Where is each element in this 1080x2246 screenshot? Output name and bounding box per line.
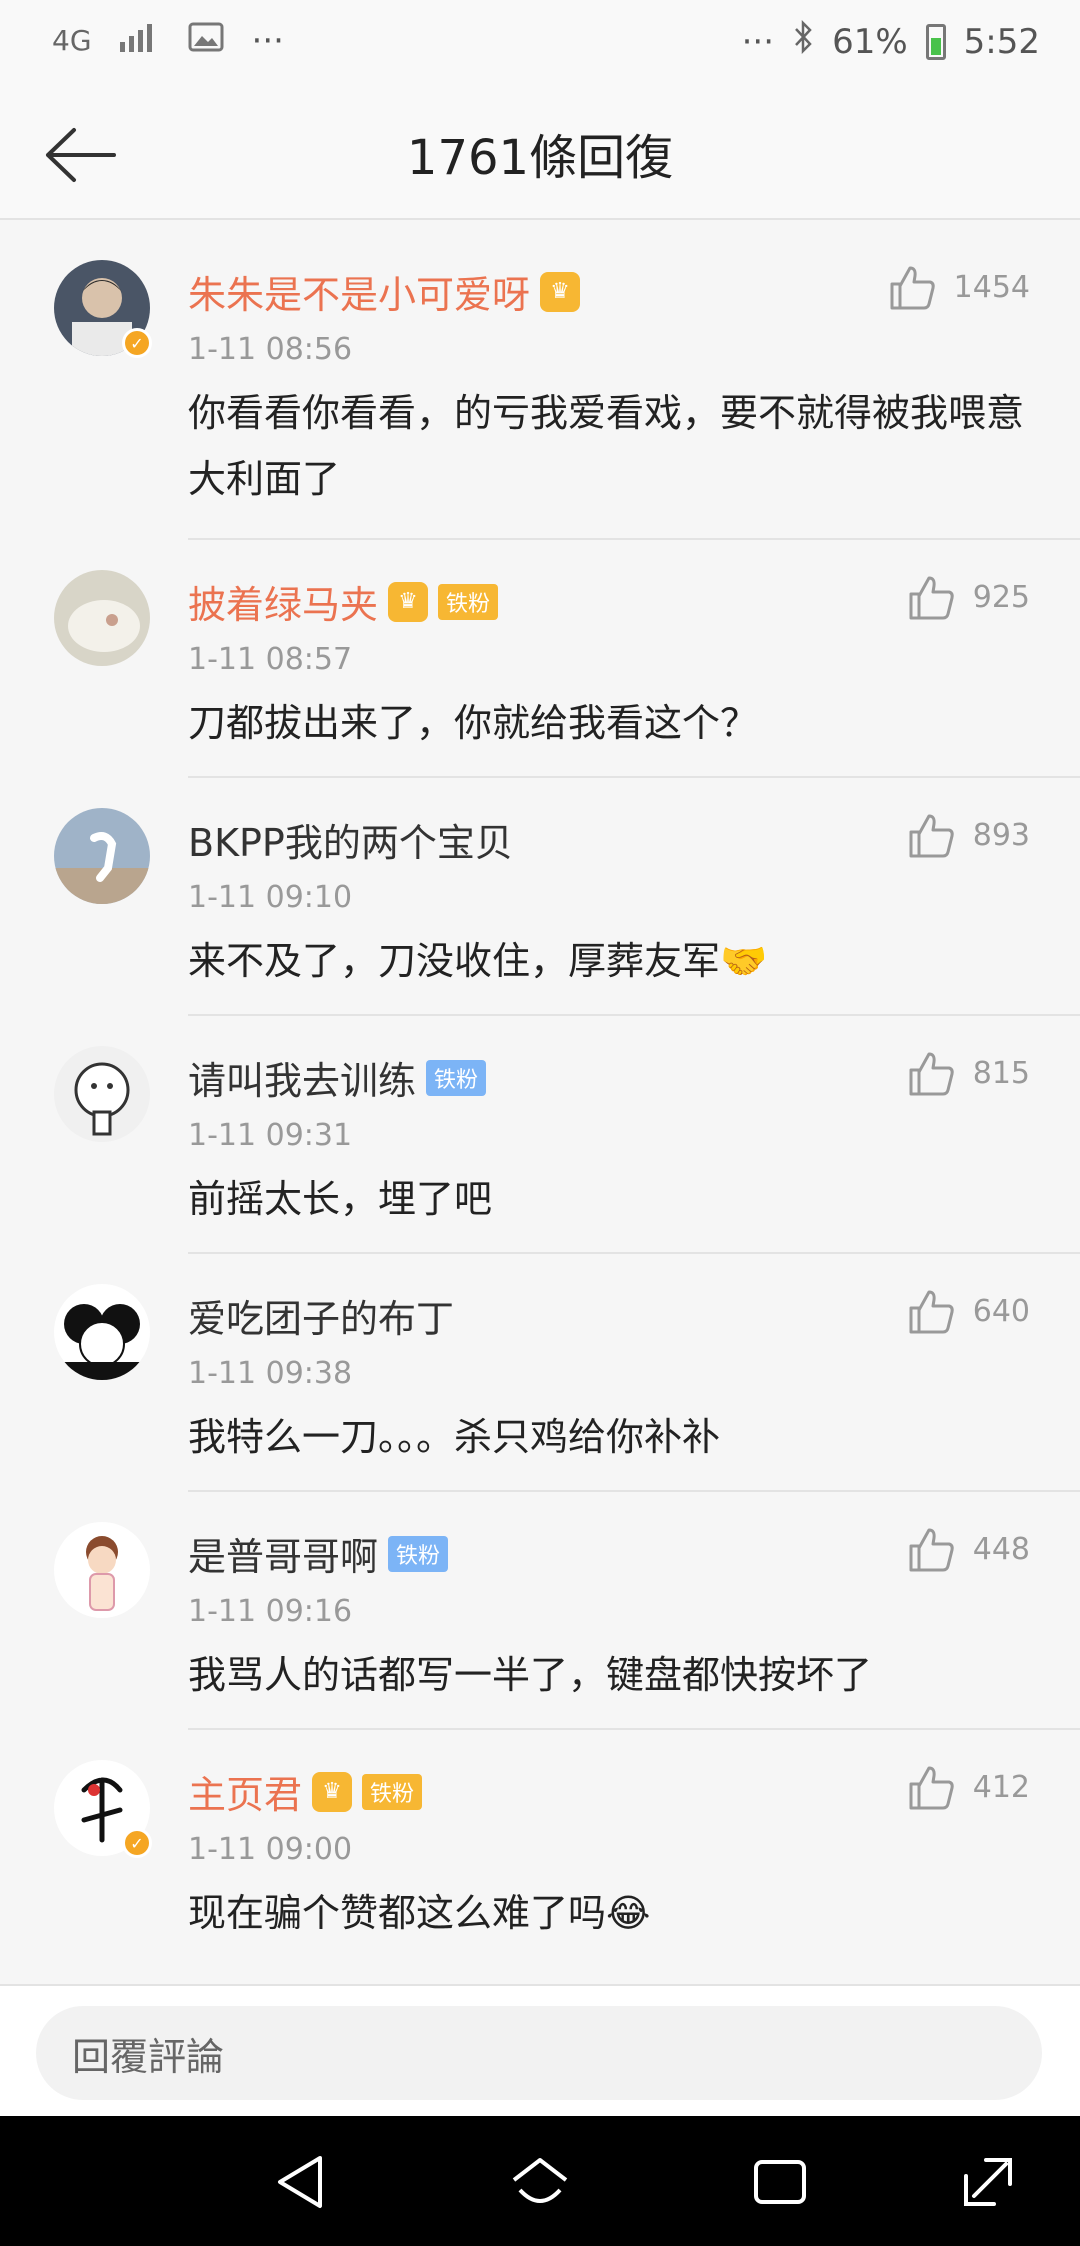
like-button[interactable]: 640 (907, 1288, 1030, 1334)
avatar[interactable] (54, 570, 150, 666)
thumbs-up-icon (909, 576, 954, 620)
thumbs-up-icon (909, 814, 954, 858)
battery-percent: 61% (832, 21, 908, 62)
avatar[interactable]: ✓ (54, 260, 152, 358)
like-count: 893 (972, 817, 1030, 853)
comment-text: 你看看你看看，的亏我爱看戏，要不就得被我喂意大利面了 (188, 391, 1025, 501)
bluetooth-icon (792, 19, 814, 63)
clock: 5:52 (963, 21, 1040, 62)
like-count: 815 (972, 1055, 1030, 1091)
username[interactable]: 是普哥哥啊 (188, 1526, 378, 1581)
like-button[interactable]: 893 (907, 812, 1030, 858)
comment-text: 前摇太长，埋了吧 (188, 1177, 493, 1221)
image-notification-icon (188, 21, 224, 61)
comment-text: 我特么一刀。。。杀只鸡给你补补 (188, 1415, 721, 1459)
verified-icon: ✓ (122, 1828, 152, 1858)
avatar[interactable] (54, 1046, 150, 1142)
thumbs-up-icon (909, 1528, 954, 1572)
reply-input[interactable]: 回覆評論 (36, 2006, 1042, 2100)
fan-badge: 铁粉 (388, 1535, 449, 1572)
fan-badge: 铁粉 (426, 1059, 487, 1096)
avatar[interactable]: ✓ (54, 1760, 152, 1858)
signal-icon (119, 20, 160, 61)
avatar[interactable] (54, 1284, 150, 1380)
divider (188, 538, 1080, 540)
divider (188, 1014, 1080, 1016)
crown-icon: ♛ (388, 581, 429, 622)
like-count: 1454 (953, 269, 1030, 305)
comment-list[interactable]: ✓ 朱朱是不是小可爱呀 ♛ 1-11 08:56 你看看你看看，的亏我爱看戏，要… (0, 230, 1080, 1980)
username[interactable]: 主页君 (188, 1764, 302, 1819)
thumbs-up-icon (890, 266, 935, 310)
avatar[interactable] (54, 808, 150, 904)
divider (188, 1252, 1080, 1254)
divider (188, 1728, 1080, 1730)
username[interactable]: 请叫我去训练 (188, 1050, 416, 1105)
nav-recents-icon[interactable] (748, 2150, 812, 2214)
comment-text: 刀都拔出来了，你就给我看这个？ (188, 701, 759, 745)
more-notifications: ··· (251, 20, 284, 61)
comment-time: 1-11 09:16 (188, 1594, 353, 1629)
system-navigation-bar (0, 2116, 1080, 2246)
avatar[interactable] (54, 1522, 150, 1618)
username[interactable]: BKPP我的两个宝贝 (188, 812, 513, 867)
thumbs-up-icon (909, 1052, 954, 1096)
crown-icon: ♛ (540, 271, 581, 312)
verified-icon: ✓ (122, 328, 152, 358)
like-button[interactable]: 815 (907, 1050, 1030, 1096)
comment-time: 1-11 08:56 (188, 332, 353, 367)
nav-home-icon[interactable] (508, 2150, 572, 2214)
like-count: 448 (972, 1531, 1030, 1567)
comment-time: 1-11 09:10 (188, 880, 353, 915)
network-type: 4G (52, 24, 92, 57)
divider (188, 776, 1080, 778)
header: 1761條回復 (0, 90, 1080, 220)
divider (188, 1490, 1080, 1492)
battery-icon (925, 23, 946, 60)
comment-text: 我骂人的话都写一半了，键盘都快按坏了 (188, 1653, 873, 1697)
reply-bar: 回覆評論 (0, 1984, 1080, 2116)
page-title: 1761條回復 (406, 130, 674, 186)
status-bar: 4G ··· ··· 61% 5:52 (0, 0, 1080, 90)
like-button[interactable]: 925 (907, 574, 1030, 620)
comment-time: 1-11 09:00 (188, 1832, 353, 1867)
username[interactable]: 爱吃团子的布丁 (188, 1288, 454, 1343)
like-count: 925 (972, 579, 1030, 615)
comment-text: 现在骗个赞都这么难了吗😂 (188, 1891, 651, 1935)
crown-icon: ♛ (312, 1771, 353, 1812)
username[interactable]: 披着绿马夹 (188, 574, 378, 629)
more-status: ··· (741, 21, 775, 62)
thumbs-up-icon (909, 1766, 954, 1810)
comment-time: 1-11 09:38 (188, 1356, 353, 1391)
fan-badge: 铁粉 (362, 1773, 423, 1810)
username[interactable]: 朱朱是不是小可爱呀 (188, 264, 530, 319)
comment-time: 1-11 09:31 (188, 1118, 353, 1153)
nav-expand-icon[interactable] (956, 2150, 1020, 2214)
thumbs-up-icon (909, 1290, 954, 1334)
like-count: 640 (972, 1293, 1030, 1329)
comment-time: 1-11 08:57 (188, 642, 353, 677)
like-button[interactable]: 412 (907, 1764, 1030, 1810)
comment-text: 来不及了，刀没收住，厚葬友军🤝 (188, 939, 768, 983)
like-button[interactable]: 448 (907, 1526, 1030, 1572)
like-button[interactable]: 1454 (888, 264, 1030, 310)
nav-back-icon[interactable] (270, 2150, 334, 2214)
fan-badge: 铁粉 (438, 583, 499, 620)
like-count: 412 (972, 1769, 1030, 1805)
